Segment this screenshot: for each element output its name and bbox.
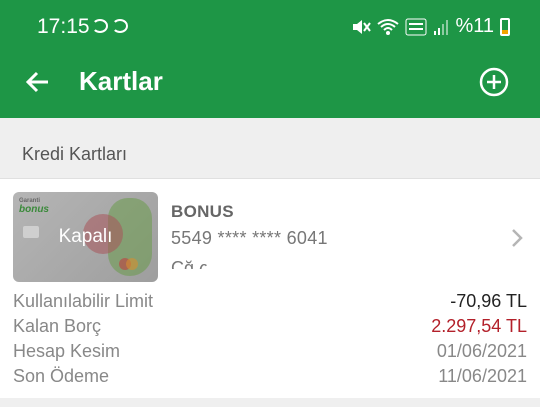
battery-icon [500, 17, 510, 36]
card-image: Garanti bonus Kapalı [13, 192, 158, 282]
status-bar: 17:15 %11 [0, 0, 540, 54]
card-status-label: Kapalı [58, 226, 113, 247]
remaining-debt-value: 2.297,54 TL [431, 316, 527, 336]
page-title: Kartlar [79, 66, 163, 96]
app-bar: 17:15 %11 Kartlar [0, 0, 540, 118]
statement-date-value: 01/06/2021 [436, 341, 527, 361]
status-time: 17:15 [37, 15, 90, 38]
available-limit-label: Kullanılabilir Limit [13, 291, 154, 311]
add-card-button[interactable] [478, 66, 510, 98]
due-date-label: Son Ödeme [13, 366, 110, 386]
mute-icon [353, 19, 372, 34]
volte-icon [405, 18, 427, 35]
back-arrow-icon[interactable] [20, 64, 56, 100]
card-name: BONUS [171, 202, 234, 221]
card-holder-name: Cğ ς [171, 258, 208, 269]
due-date-value: 11/06/2021 [438, 366, 527, 386]
section-title: Kredi Kartları [22, 144, 128, 164]
sync-icon [92, 19, 108, 33]
card-number: 5549 **** **** 6041 [171, 228, 328, 248]
remaining-debt-label: Kalan Borç [13, 316, 102, 336]
signal-icon [434, 19, 449, 35]
status-indicators: %11 [351, 15, 510, 38]
available-limit-value: -70,96 TL [450, 291, 527, 311]
battery-percent: %11 [455, 15, 494, 37]
bottom-divider [0, 398, 540, 407]
chevron-right-icon[interactable] [510, 227, 524, 249]
statement-date-label: Hesap Kesim [13, 341, 121, 361]
sync-icons [92, 19, 128, 33]
wifi-icon [377, 18, 400, 35]
sync-icon [112, 19, 128, 33]
